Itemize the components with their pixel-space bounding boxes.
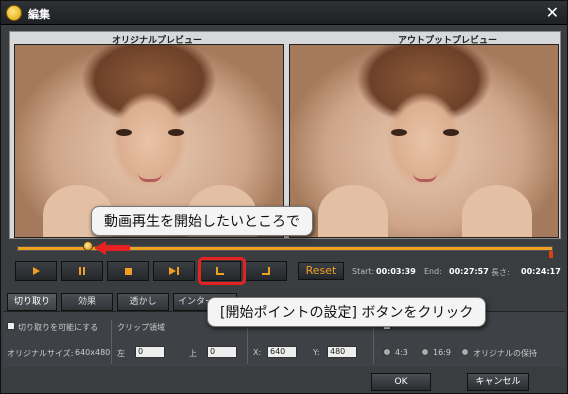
playhead-handle[interactable]: [83, 241, 93, 251]
title-bar: 編集 ✕: [1, 1, 567, 25]
top-input[interactable]: 0: [207, 346, 237, 358]
end-marker: [549, 251, 553, 258]
edit-window: 編集 ✕ オリジナルプレビュー アウトプットプレビュー Reset Start:…: [0, 0, 568, 394]
next-frame-button[interactable]: [153, 261, 195, 281]
pause-icon: [79, 267, 85, 275]
close-button[interactable]: ✕: [546, 3, 559, 22]
cancel-button[interactable]: キャンセル: [467, 373, 529, 391]
ratio-16-9-radio[interactable]: [421, 348, 429, 356]
ratio-4-3-radio[interactable]: [383, 348, 391, 356]
stop-icon: [125, 268, 132, 275]
tab-watermark[interactable]: 透かし: [117, 293, 169, 311]
ratio-16-9-label: 16:9: [433, 348, 451, 357]
enable-crop-checkbox[interactable]: [7, 322, 15, 330]
start-point-highlight: [198, 257, 246, 285]
start-time: 00:03:39: [376, 267, 416, 276]
original-size-value: 640x480: [75, 348, 111, 357]
left-label: 左: [117, 349, 125, 358]
left-input[interactable]: 0: [135, 346, 165, 358]
enable-crop-label: 切り取りを可能にする: [18, 323, 99, 332]
app-icon: [6, 5, 22, 21]
pause-button[interactable]: [61, 261, 103, 281]
x-label: X:: [253, 348, 262, 357]
playback-controls: [15, 261, 289, 281]
y-input[interactable]: 480: [327, 346, 357, 358]
start-label: Start:: [352, 267, 375, 276]
reset-button[interactable]: Reset: [298, 262, 344, 280]
callout-start-playback: 動画再生を開始したいところで: [91, 206, 313, 236]
next-frame-icon: [169, 267, 179, 275]
stop-button[interactable]: [107, 261, 149, 281]
play-button[interactable]: [15, 261, 57, 281]
ratio-4-3-label: 4:3: [395, 348, 408, 357]
end-label: End:: [424, 267, 442, 276]
end-time: 00:27:57: [449, 267, 489, 276]
ok-button[interactable]: OK: [371, 373, 431, 391]
set-end-point-button[interactable]: [245, 261, 287, 281]
output-preview-video: [289, 44, 559, 238]
length-label: 長さ:: [491, 268, 510, 277]
original-size-label: オリジナルサイズ:: [7, 349, 74, 358]
y-label: Y:: [313, 348, 320, 357]
keep-original-label: オリジナルの保持: [473, 349, 537, 358]
play-icon: [33, 267, 40, 275]
callout-click-start-point: [開始ポイントの設定] ボタンをクリック: [207, 297, 487, 327]
length-time: 00:24:17: [521, 267, 561, 276]
top-label: 上: [189, 349, 197, 358]
x-input[interactable]: 640: [267, 346, 297, 358]
crop-area-label: クリップ領域: [117, 323, 165, 332]
tab-effects[interactable]: 効果: [61, 293, 113, 311]
arrow-left-icon: [94, 241, 130, 255]
tab-crop[interactable]: 切り取り: [7, 293, 57, 311]
set-end-point-icon: [262, 267, 270, 275]
window-title: 編集: [28, 8, 50, 21]
keep-original-radio[interactable]: [461, 348, 469, 356]
